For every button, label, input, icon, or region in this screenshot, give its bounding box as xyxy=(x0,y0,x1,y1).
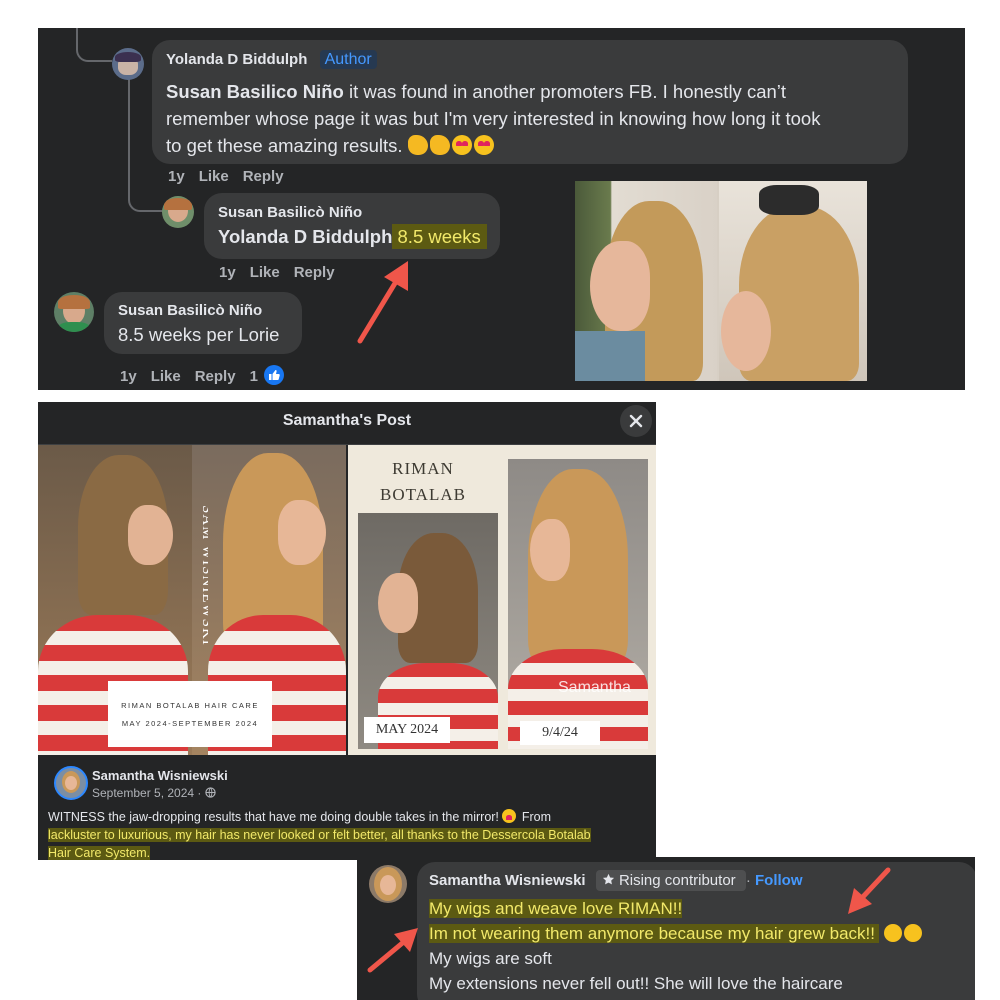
like-button[interactable]: Like xyxy=(250,264,280,281)
post-title: Samantha's Post xyxy=(282,412,412,429)
arrow-annotation xyxy=(357,261,408,344)
close-icon xyxy=(629,414,643,428)
reply-button[interactable]: Reply xyxy=(294,264,335,281)
before-photo xyxy=(575,181,717,381)
comment-author[interactable]: Susan Basilicò Niño xyxy=(118,302,262,319)
like-reaction-icon[interactable] xyxy=(264,365,285,385)
arrow-annotation xyxy=(848,867,891,914)
avatar[interactable] xyxy=(369,865,407,903)
like-button[interactable]: Like xyxy=(151,368,181,385)
exploding-head-emoji-icon xyxy=(903,924,922,942)
svg-text:SAM WISNIEWSKI: SAM WISNIEWSKI xyxy=(199,505,208,646)
comment-author[interactable]: Susan Basilicò Niño xyxy=(218,204,362,221)
after-photo xyxy=(719,181,867,381)
avatar[interactable] xyxy=(162,196,194,228)
star-struck-emoji-icon xyxy=(502,809,517,823)
avatar[interactable] xyxy=(54,292,94,332)
post-header: Samantha's Post xyxy=(38,402,656,445)
comment-time[interactable]: 1y xyxy=(219,264,236,281)
before-after-photo[interactable] xyxy=(575,181,867,381)
highlighted-text: 8.5 weeks xyxy=(392,224,487,249)
avatar[interactable] xyxy=(112,48,144,80)
comment-actions: 1y Like Reply xyxy=(219,264,349,281)
comment-bubble: Susan Basilicò Niño 8.5 weeks per Lorie xyxy=(104,292,302,354)
post-author[interactable]: Samantha Wisniewski xyxy=(92,768,228,783)
comment-text: Yolanda D Biddulph 8.5 weeks xyxy=(218,224,487,249)
clapping-emoji-icon xyxy=(429,135,450,155)
reaction-count[interactable]: 1 xyxy=(250,368,258,385)
comment-thread-panel: Yolanda D Biddulph Author Susan Basilico… xyxy=(38,28,965,390)
comment-time[interactable]: 1y xyxy=(120,368,137,385)
heart-eyes-emoji-icon xyxy=(451,135,472,155)
comment-time[interactable]: 1y xyxy=(168,168,185,185)
caption-card: RIMAN BOTALAB HAIR CARE MAY 2024-SEPTEMB… xyxy=(108,681,272,747)
reply-bubble: Susan Basilicò Niño Yolanda D Biddulph 8… xyxy=(204,193,500,259)
after-photo: Samantha 9/4/24 xyxy=(508,459,648,749)
follow-button[interactable]: Follow xyxy=(755,872,803,889)
rising-contributor-badge[interactable]: Rising contributor xyxy=(595,870,746,891)
author-badge: Author xyxy=(319,50,377,69)
reply-button[interactable]: Reply xyxy=(243,168,284,185)
post-panel: Samantha's Post SAM WISNIEWSKI RIMAN BOT… xyxy=(38,402,656,860)
avatar[interactable] xyxy=(54,766,88,800)
comment-actions: 1y Like Reply xyxy=(168,168,298,185)
comment-text: Susan Basilico Niño it was found in anot… xyxy=(166,81,821,156)
thread-line xyxy=(76,28,112,62)
post-meta: September 5, 2024 · xyxy=(92,786,216,800)
comment-author[interactable]: Samantha Wisniewski xyxy=(429,872,586,889)
mention-link[interactable]: Yolanda D Biddulph xyxy=(218,226,392,247)
heart-eyes-emoji-icon xyxy=(473,135,494,155)
comment-author[interactable]: Yolanda D Biddulph xyxy=(166,51,307,68)
reply-button[interactable]: Reply xyxy=(195,368,236,385)
comment-text: 8.5 weeks per Lorie xyxy=(118,324,280,345)
comment-bubble: Yolanda D Biddulph Author Susan Basilico… xyxy=(152,40,908,164)
close-button[interactable] xyxy=(620,405,652,437)
exploding-head-emoji-icon xyxy=(883,924,902,942)
mention-link[interactable]: Susan Basilico Niño xyxy=(166,81,344,102)
comment-actions: 1y Like Reply 1 xyxy=(120,365,285,385)
arrow-annotation xyxy=(367,928,418,973)
before-photo: MAY 2024 xyxy=(358,513,498,749)
post-image-riman-collage[interactable]: RIMAN BOTALAB MAY 2024 Samantha 9/4/24 xyxy=(348,445,656,755)
comment-header: Samantha Wisniewski Rising contributor ·… xyxy=(429,870,803,891)
star-badge-icon xyxy=(602,873,614,885)
post-image-before-after[interactable]: SAM WISNIEWSKI RIMAN BOTALAB HAIR CARE M… xyxy=(38,445,346,755)
post-date[interactable]: September 5, 2024 · xyxy=(92,786,201,800)
globe-icon xyxy=(205,787,216,798)
like-button[interactable]: Like xyxy=(199,168,229,185)
post-text: WITNESS the jaw-dropping results that ha… xyxy=(48,809,591,860)
clapping-emoji-icon xyxy=(407,135,428,155)
